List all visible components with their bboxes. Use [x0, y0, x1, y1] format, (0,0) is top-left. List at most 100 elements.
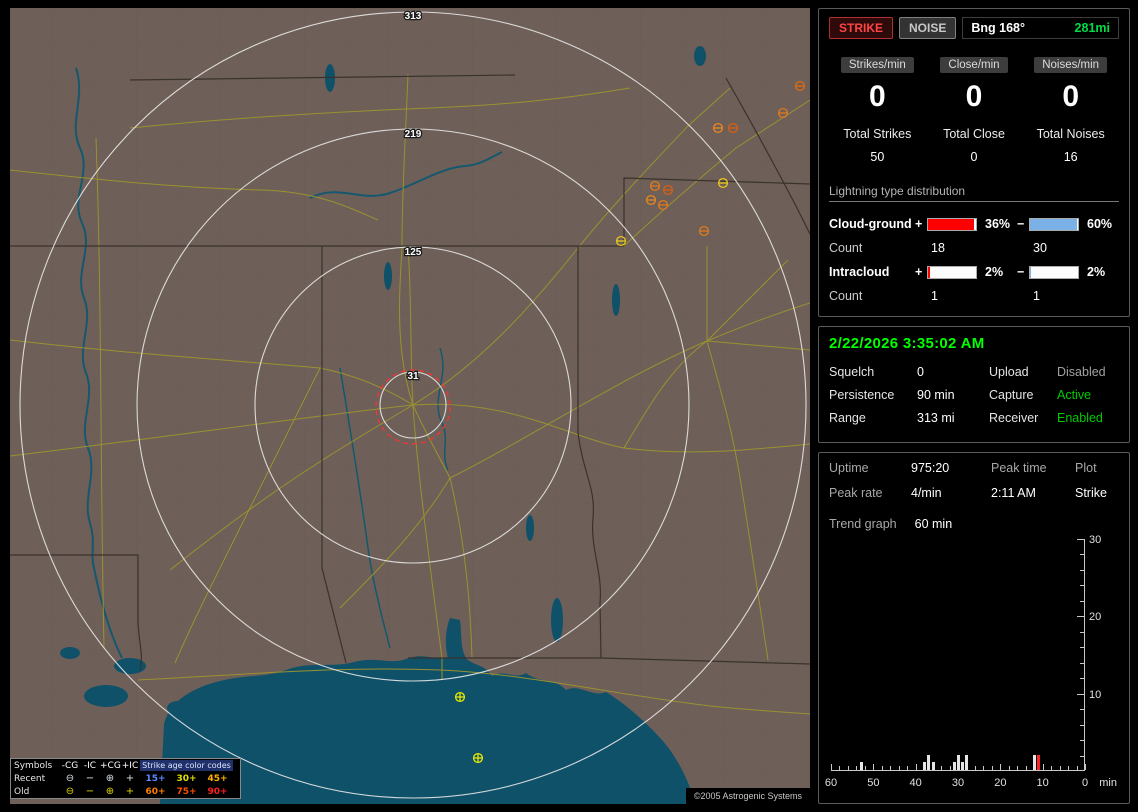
peak-time-value: 2:11 AM — [991, 486, 1036, 500]
neg-ic-recent-icon: − — [85, 773, 95, 784]
neg-cg-recent-icon: ⊖ — [65, 773, 75, 784]
plot-label: Plot — [1075, 461, 1097, 475]
squelch-value: 0 — [917, 365, 924, 379]
count-label: Count — [829, 241, 863, 255]
trend-bar — [957, 754, 960, 770]
trend-chart: 10 20 30 0 10 20 30 40 50 60 min — [825, 534, 1117, 789]
lightning-distribution: Lightning type distribution Cloud-ground… — [829, 184, 1119, 308]
peak-rate-row: Peak rate 4/min 2:11 AM Strike — [829, 486, 1119, 500]
total-noises-label: Total Noises — [1036, 127, 1105, 141]
y-tick — [1077, 693, 1084, 695]
trend-bar — [923, 762, 927, 770]
age-15: 15+ — [145, 773, 166, 784]
ic-minus-percent: 2% — [1087, 265, 1106, 279]
intracloud-label: Intracloud — [829, 265, 890, 279]
trend-bar — [931, 762, 935, 770]
intracloud-row: Intracloud + 2% − 2% — [829, 260, 1119, 284]
status-panel: 2/22/2026 3:35:02 AM Squelch 0 Upload Di… — [818, 326, 1130, 443]
cg-plus-percent: 36% — [985, 217, 1011, 231]
legend-title: Symbols — [14, 760, 53, 771]
x-axis-label: 10 — [1036, 777, 1049, 789]
neg-ic-old-icon: − — [85, 786, 95, 797]
x-tick — [974, 766, 976, 770]
lightning-map: 313 219 125 31 Symbols -CG -IC +CG +IC S… — [10, 8, 810, 804]
trend-graph-label: Trend graph — [829, 517, 897, 531]
y-tick — [1080, 678, 1084, 680]
cg-minus-percent: 60% — [1087, 217, 1113, 231]
control-panel: STRIKE NOISE Bng 168° 281mi Strikes/min … — [818, 8, 1130, 804]
trend-bar — [1033, 754, 1037, 770]
trend-bar — [952, 762, 956, 770]
age-75: 75+ — [176, 786, 197, 797]
upload-label: Upload — [989, 365, 1029, 379]
x-tick — [881, 766, 883, 770]
ic-plus-count: 1 — [931, 289, 938, 303]
squelch-row: Squelch 0 Upload Disabled — [829, 365, 1119, 379]
count-label: Count — [829, 289, 863, 303]
bearing-label: Bng 168° — [971, 21, 1025, 35]
legend-recent-label: Recent — [14, 773, 46, 784]
x-tick — [864, 766, 866, 770]
ic-minus-count: 1 — [1033, 289, 1040, 303]
ic-minus-bar — [1029, 265, 1079, 279]
mode-toolbar: STRIKE NOISE Bng 168° 281mi — [829, 17, 1119, 39]
trend-bar — [927, 754, 931, 770]
x-axis-label: 50 — [867, 777, 880, 789]
uptime-label: Uptime — [829, 461, 869, 475]
range-label: Range — [829, 411, 866, 425]
upload-status: Disabled — [1057, 365, 1106, 379]
total-strikes-value: 50 — [870, 150, 885, 164]
strike-mode-button[interactable]: STRIKE — [829, 17, 894, 39]
y-tick — [1080, 755, 1084, 757]
legend-old-row: Old ⊖ − ⊕ + 60+ 75+ 90+ — [11, 785, 240, 798]
peak-time-label: Peak time — [991, 461, 1047, 475]
age-90: 90+ — [207, 786, 228, 797]
datetime-display: 2/22/2026 3:35:02 AM — [829, 335, 985, 352]
x-tick — [1059, 766, 1061, 770]
distribution-title: Lightning type distribution — [829, 184, 1119, 202]
persistence-row: Persistence 90 min Capture Active — [829, 388, 1119, 402]
cg-plus-count: 18 — [931, 241, 945, 255]
copyright-notice: ©2005 Astrogenic Systems — [685, 788, 810, 804]
strikes-counter: Strikes/min 0 Total Strikes 50 — [829, 55, 926, 164]
x-tick — [949, 766, 951, 770]
trend-bar — [961, 762, 965, 770]
x-axis — [831, 770, 1085, 771]
bearing-display: Bng 168° 281mi — [962, 17, 1119, 39]
pos-ic-recent-icon: + — [125, 773, 135, 784]
total-strikes-label: Total Strikes — [843, 127, 912, 141]
x-tick — [1042, 764, 1044, 770]
receiver-label: Receiver — [989, 411, 1039, 425]
bearing-distance: 281mi — [1074, 21, 1110, 35]
y-tick — [1080, 631, 1084, 633]
close-per-min-chip: Close/min — [940, 57, 1008, 73]
noise-mode-button[interactable]: NOISE — [899, 17, 957, 39]
trend-window-value: 60 min — [914, 517, 953, 531]
positive-strike-symbol — [472, 752, 484, 764]
trend-graph-row: Trend graph 60 min — [829, 517, 1119, 531]
y-tick — [1077, 616, 1084, 618]
x-tick — [907, 766, 909, 770]
capture-label: Capture — [989, 388, 1034, 402]
neg-cg-old-icon: ⊖ — [65, 786, 75, 797]
range-row: Range 313 mi Receiver Enabled — [829, 411, 1119, 425]
x-tick — [941, 766, 943, 770]
legend-header-row: Symbols -CG -IC +CG +IC Strike age color… — [11, 759, 240, 772]
y-tick — [1080, 554, 1084, 556]
map-canvas: 313 219 125 31 — [10, 8, 810, 804]
plot-value: Strike — [1075, 486, 1107, 500]
legend-col-neg-cg: -CG — [61, 760, 79, 771]
y-tick — [1080, 709, 1084, 711]
y-tick — [1080, 647, 1084, 649]
legend-col-pos-ic: +IC — [121, 760, 139, 771]
legend-col-pos-cg: +CG — [100, 760, 121, 771]
x-tick — [839, 766, 841, 770]
x-axis-unit: min — [1099, 777, 1117, 789]
x-tick — [898, 766, 900, 770]
x-tick — [831, 764, 832, 770]
strikes-per-min-value: 0 — [868, 80, 886, 113]
y-tick — [1080, 600, 1084, 602]
y-tick — [1077, 539, 1084, 540]
y-axis — [1084, 539, 1085, 771]
x-tick — [1051, 766, 1053, 770]
